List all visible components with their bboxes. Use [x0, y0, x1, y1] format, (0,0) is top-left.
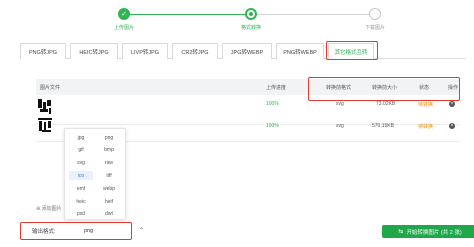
format-option[interactable]: emf: [69, 184, 93, 193]
tab-other-formats[interactable]: 其它格式互转: [328, 43, 374, 60]
add-image-link[interactable]: ⊕ 添加图片: [36, 205, 62, 212]
status-badge: 待转换: [418, 124, 434, 130]
output-format-label: 输出格式:: [32, 229, 56, 235]
close-circle-icon[interactable]: ×: [449, 123, 455, 129]
step-upload: ✓ 上传图片: [94, 8, 154, 31]
header-progress: 上传进度: [266, 84, 287, 91]
step-label: 格式转换: [240, 25, 261, 31]
check-icon: ✓: [118, 8, 130, 20]
upload-progress: 100%: [266, 101, 279, 107]
output-format-dropdown: jpg png gif bmp svg raw ico tiff emf web…: [64, 128, 126, 220]
pending-step-icon: [369, 8, 381, 20]
convert-icon: ⇆: [398, 229, 404, 235]
header-format: 转换前格式: [326, 84, 352, 91]
header-size: 转换前大小: [372, 84, 398, 91]
format-option[interactable]: jpg: [69, 133, 93, 142]
step-convert: 格式转换: [221, 8, 281, 31]
format-option[interactable]: svg: [69, 158, 93, 167]
tab-png-to-webp[interactable]: PNG转WEBP: [276, 43, 324, 59]
header-action: 操作: [448, 84, 459, 91]
output-format-value: png: [84, 228, 94, 234]
header-file: 图片文件: [40, 84, 61, 91]
output-format-select[interactable]: png ⌃: [78, 225, 148, 237]
format-option-selected[interactable]: ico: [69, 171, 93, 180]
file-thumbnail: [38, 118, 52, 134]
bottom-action-bar: 输出格式: png ⌃ ⇆ 开始转换图片 (共 2 张): [20, 223, 474, 247]
step-label: 上传图片: [113, 25, 134, 31]
status-badge: 待转换: [418, 102, 434, 108]
chevron-up-icon: ⌃: [138, 228, 144, 234]
header-status: 状态: [419, 84, 430, 91]
source-format: svg: [336, 101, 344, 107]
tab-livp-to-jpg[interactable]: LIVP转JPG: [122, 43, 168, 59]
start-convert-button[interactable]: ⇆ 开始转换图片 (共 2 张): [382, 225, 474, 238]
progress-stepper: ✓ 上传图片 格式转换 下载图片: [0, 0, 474, 34]
start-convert-label: 开始转换图片 (共 2 张): [406, 229, 462, 236]
upload-progress: 100%: [266, 123, 279, 129]
format-option[interactable]: dwt: [97, 209, 121, 218]
tab-jpg-to-webp[interactable]: JPG转WEBP: [222, 43, 272, 59]
step-download: 下载图片: [345, 8, 405, 31]
format-option[interactable]: raw: [97, 158, 121, 167]
close-circle-icon[interactable]: ×: [449, 101, 455, 107]
format-option[interactable]: webp: [97, 184, 121, 193]
active-step-icon: [245, 8, 257, 20]
format-option[interactable]: gif: [69, 145, 93, 154]
format-option[interactable]: psd: [69, 209, 93, 218]
format-option[interactable]: png: [97, 133, 121, 142]
tab-png-to-jpg[interactable]: PNG转JPG: [20, 43, 66, 59]
table-header: 图片文件 上传进度 转换前格式 转换前大小 状态 操作: [36, 79, 460, 95]
tab-heic-to-jpg[interactable]: HEIC转JPG: [70, 43, 118, 59]
format-option[interactable]: heif: [97, 197, 121, 206]
source-size: 73.02KB: [376, 101, 396, 107]
format-option[interactable]: tiff: [97, 171, 121, 180]
format-option[interactable]: heic: [69, 197, 93, 206]
source-format: svg: [336, 123, 344, 129]
source-size: 570.15KB: [372, 123, 394, 129]
format-option[interactable]: bmp: [97, 145, 121, 154]
step-label: 下载图片: [364, 25, 385, 31]
tab-cr2-to-jpg[interactable]: CR2转JPG: [172, 43, 218, 59]
conversion-tabs: PNG转JPG HEIC转JPG LIVP转JPG CR2转JPG JPG转WE…: [20, 43, 466, 60]
